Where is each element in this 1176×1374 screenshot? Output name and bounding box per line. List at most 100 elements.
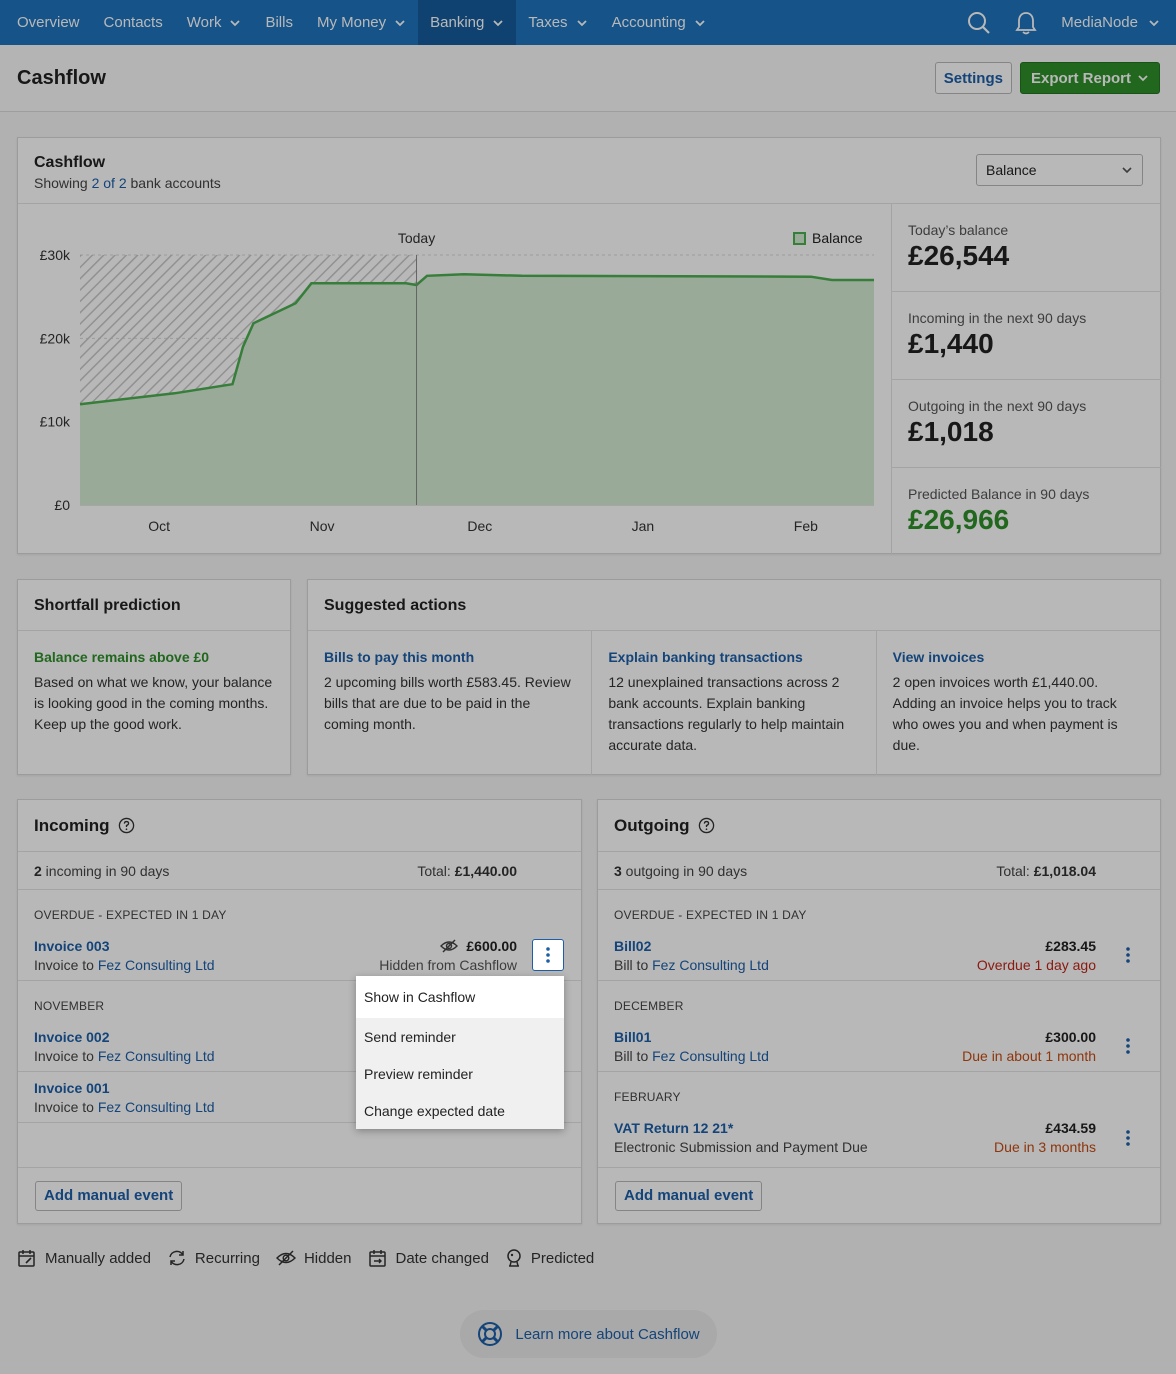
bell-icon[interactable]: [1015, 11, 1037, 35]
nav-item-overview[interactable]: Overview: [5, 0, 92, 45]
x-tick-label: Jan: [632, 518, 655, 534]
search-icon[interactable]: [967, 11, 991, 35]
cashflow-card: Cashflow Showing 2 of 2 bank accounts Ba…: [17, 137, 1161, 555]
shortfall-text: Based on what we know, your balance is l…: [34, 674, 273, 732]
group-label: FEBRUARY: [614, 1090, 681, 1104]
today-label: Today: [398, 230, 435, 246]
nav-item-banking[interactable]: Banking: [418, 0, 517, 45]
calendar-change-icon: [368, 1250, 386, 1267]
chart-view-value: Balance: [986, 162, 1037, 178]
row-status: Overdue 1 day ago: [976, 956, 1096, 973]
legend-date-changed: Date changed: [368, 1248, 489, 1268]
nav-item-work[interactable]: Work: [175, 0, 254, 45]
view-invoices-link[interactable]: View invoices: [893, 649, 985, 665]
org-name: MediaNode: [1061, 14, 1138, 31]
stat-value: £26,966: [908, 504, 1010, 535]
bills-to-pay-link[interactable]: Bills to pay this month: [324, 649, 474, 665]
add-manual-event-button[interactable]: Add manual event: [615, 1180, 763, 1211]
row-actions-button[interactable]: [1112, 1122, 1144, 1154]
contact-link[interactable]: Fez Consulting Ltd: [98, 1048, 215, 1064]
help-icon[interactable]: [698, 817, 715, 834]
legend-swatch: [793, 232, 806, 245]
x-tick-label: Nov: [310, 518, 335, 534]
page-header: Cashflow Settings Export Report: [0, 45, 1176, 112]
row-actions-menu: Show in Cashflow Send reminder Preview r…: [356, 976, 564, 1129]
contact-link[interactable]: Fez Consulting Ltd: [98, 1099, 215, 1115]
balance-stats: Today’s balance £26,544 Incoming in the …: [891, 204, 1161, 555]
outgoing-total: £1,018.04: [1033, 862, 1096, 879]
eye-off-icon: [275, 1250, 296, 1266]
stat-value: £1,018: [908, 416, 994, 447]
chevron-down-icon: [1138, 75, 1148, 82]
nav-item-my-money[interactable]: My Money: [305, 0, 418, 45]
legend-manually-added: Manually added: [17, 1248, 151, 1268]
outgoing-title: Outgoing: [614, 815, 690, 835]
y-tick-label: £0: [54, 497, 70, 513]
bill01-link[interactable]: Bill01: [614, 1029, 651, 1045]
menu-item-change-expected-date[interactable]: Change expected date: [356, 1092, 564, 1129]
legend-recurring: Recurring: [167, 1248, 260, 1268]
chevron-down-icon: [230, 19, 241, 26]
row-status: Due in about 1 month: [962, 1047, 1096, 1064]
invoice-003-link[interactable]: Invoice 003: [34, 938, 110, 954]
stat-label: Incoming in the next 90 days: [908, 310, 1087, 326]
cashflow-chart-svg: £0 £10k £20k £30k Oct Nov Dec Jan Feb Today Balanc…: [40, 230, 874, 534]
nav-item-contacts[interactable]: Contacts: [92, 0, 175, 45]
row-actions-button-active[interactable]: [532, 939, 564, 971]
chevron-down-icon: [493, 19, 504, 26]
kebab-icon: [1126, 1038, 1130, 1054]
row-amount: £434.59: [1045, 1120, 1096, 1136]
vat-return-link[interactable]: VAT Return 12 21*: [614, 1120, 733, 1136]
recurring-icon: [169, 1250, 185, 1266]
outgoing-card: Outgoing 3 outgoing in 90 days Total: £1…: [597, 799, 1161, 1224]
chevron-down-icon: [576, 19, 587, 26]
row-actions-button[interactable]: [1112, 1030, 1144, 1062]
nav-item-accounting[interactable]: Accounting: [600, 0, 718, 45]
suggested-action: View invoices 2 open invoices worth £1,4…: [877, 631, 1160, 775]
legend-predicted: Predicted: [505, 1248, 594, 1268]
shortfall-card-title: Shortfall prediction: [18, 580, 290, 631]
nav-item-bills[interactable]: Bills: [253, 0, 305, 45]
settings-button[interactable]: Settings: [934, 62, 1012, 94]
org-switcher[interactable]: MediaNode: [1061, 14, 1160, 31]
page-title: Cashflow: [17, 66, 106, 89]
header-actions: Settings Export Report: [934, 62, 1160, 94]
help-icon[interactable]: [118, 817, 135, 834]
suggested-actions-title: Suggested actions: [308, 580, 1160, 631]
suggested-actions-list: Bills to pay this month 2 upcoming bills…: [308, 631, 1160, 775]
calendar-edit-icon: [18, 1250, 35, 1267]
chevron-down-icon: [695, 19, 705, 26]
menu-item-show-in-cashflow[interactable]: Show in Cashflow: [356, 976, 564, 1018]
invoice-001-link[interactable]: Invoice 001: [34, 1080, 110, 1096]
x-tick-label: Oct: [148, 518, 170, 534]
menu-item-send-reminder[interactable]: Send reminder: [356, 1018, 564, 1055]
nav-menu: Overview Contacts Work Bills My Money Ba…: [0, 0, 718, 45]
chart-view-select[interactable]: Balance: [976, 154, 1143, 186]
row-amount: £283.45: [1045, 937, 1096, 954]
list-item: Bill02 Bill to Fez Consulting Ltd £283.4…: [598, 930, 1160, 981]
invoice-002-link[interactable]: Invoice 002: [34, 1029, 110, 1045]
add-manual-event-button[interactable]: Add manual event: [35, 1180, 183, 1211]
lifebuoy-icon: [478, 1322, 503, 1346]
menu-item-preview-reminder[interactable]: Preview reminder: [356, 1055, 564, 1092]
learn-more-link[interactable]: Learn more about Cashflow: [460, 1310, 717, 1358]
outgoing-count: 3: [614, 862, 622, 879]
row-actions-button[interactable]: [1112, 939, 1144, 971]
stat-label: Today’s balance: [908, 222, 1009, 238]
kebab-icon: [546, 947, 550, 963]
group-label: OVERDUE - EXPECTED IN 1 DAY: [34, 908, 227, 922]
stat-incoming-90: Incoming in the next 90 days £1,440: [892, 292, 1161, 380]
nav-item-taxes[interactable]: Taxes: [516, 0, 599, 45]
stat-label: Outgoing in the next 90 days: [908, 398, 1087, 414]
contact-link[interactable]: Fez Consulting Ltd: [652, 957, 769, 973]
eye-off-icon: [440, 938, 459, 953]
stat-value: £1,440: [908, 328, 994, 359]
explain-transactions-link[interactable]: Explain banking transactions: [608, 649, 803, 665]
list-item: Bill01 Bill to Fez Consulting Ltd £300.0…: [598, 1021, 1160, 1072]
incoming-summary: 2 incoming in 90 days Total: £1,440.00: [18, 852, 581, 890]
bill02-link[interactable]: Bill02: [614, 938, 651, 954]
bank-accounts-link[interactable]: 2 of 2: [92, 175, 127, 191]
export-report-button[interactable]: Export Report: [1019, 62, 1160, 94]
contact-link[interactable]: Fez Consulting Ltd: [98, 957, 215, 973]
contact-link[interactable]: Fez Consulting Ltd: [652, 1048, 769, 1064]
